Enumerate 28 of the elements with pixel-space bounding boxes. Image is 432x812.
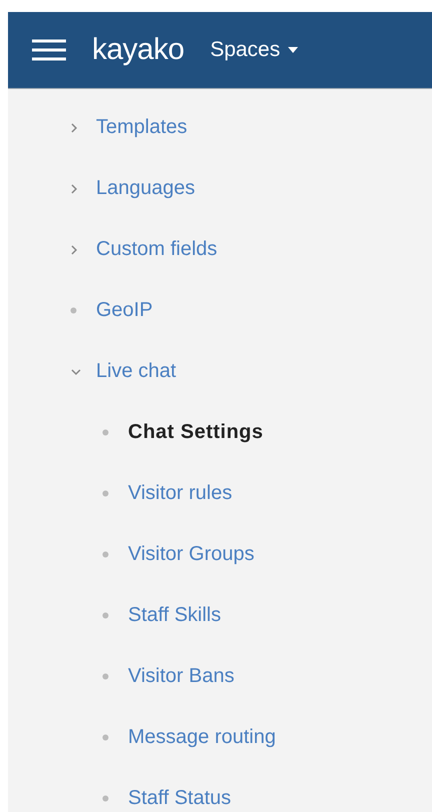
nav-item[interactable]: Live chat	[96, 360, 176, 383]
bullet-icon	[102, 429, 109, 436]
logo: kayako	[92, 33, 184, 67]
nav-item[interactable]: Languages	[96, 177, 195, 200]
nav-item[interactable]: Templates	[96, 116, 188, 139]
nav-item[interactable]: Visitor Bans	[128, 665, 234, 688]
nav-item[interactable]: Message routing	[128, 726, 276, 749]
nav-item[interactable]: Staff Status	[128, 787, 232, 810]
caret-icon	[288, 47, 298, 53]
chevron-right-icon	[70, 182, 78, 194]
spaces-menu[interactable]: Spaces	[210, 38, 298, 62]
bullet-icon	[102, 612, 109, 619]
bullet-icon	[102, 673, 109, 680]
nav-item[interactable]: Visitor Groups	[128, 543, 254, 566]
chevron-right-icon	[70, 122, 78, 134]
chevron-right-icon	[70, 244, 78, 256]
bullet-icon	[102, 795, 109, 802]
bullet-icon	[70, 307, 77, 314]
bullet-icon	[102, 734, 109, 741]
chevron-down-icon	[70, 368, 82, 376]
nav-item[interactable]: GeoIP	[96, 299, 153, 322]
bullet-icon	[102, 490, 109, 497]
bullet-icon	[102, 551, 109, 558]
nav-item[interactable]: Staff Skills	[128, 604, 221, 627]
menu-icon[interactable]	[32, 38, 66, 62]
nav-item[interactable]: Visitor rules	[128, 482, 232, 505]
nav-item[interactable]: Custom fields	[96, 238, 218, 261]
nav-item[interactable]: Chat Settings	[128, 421, 264, 444]
